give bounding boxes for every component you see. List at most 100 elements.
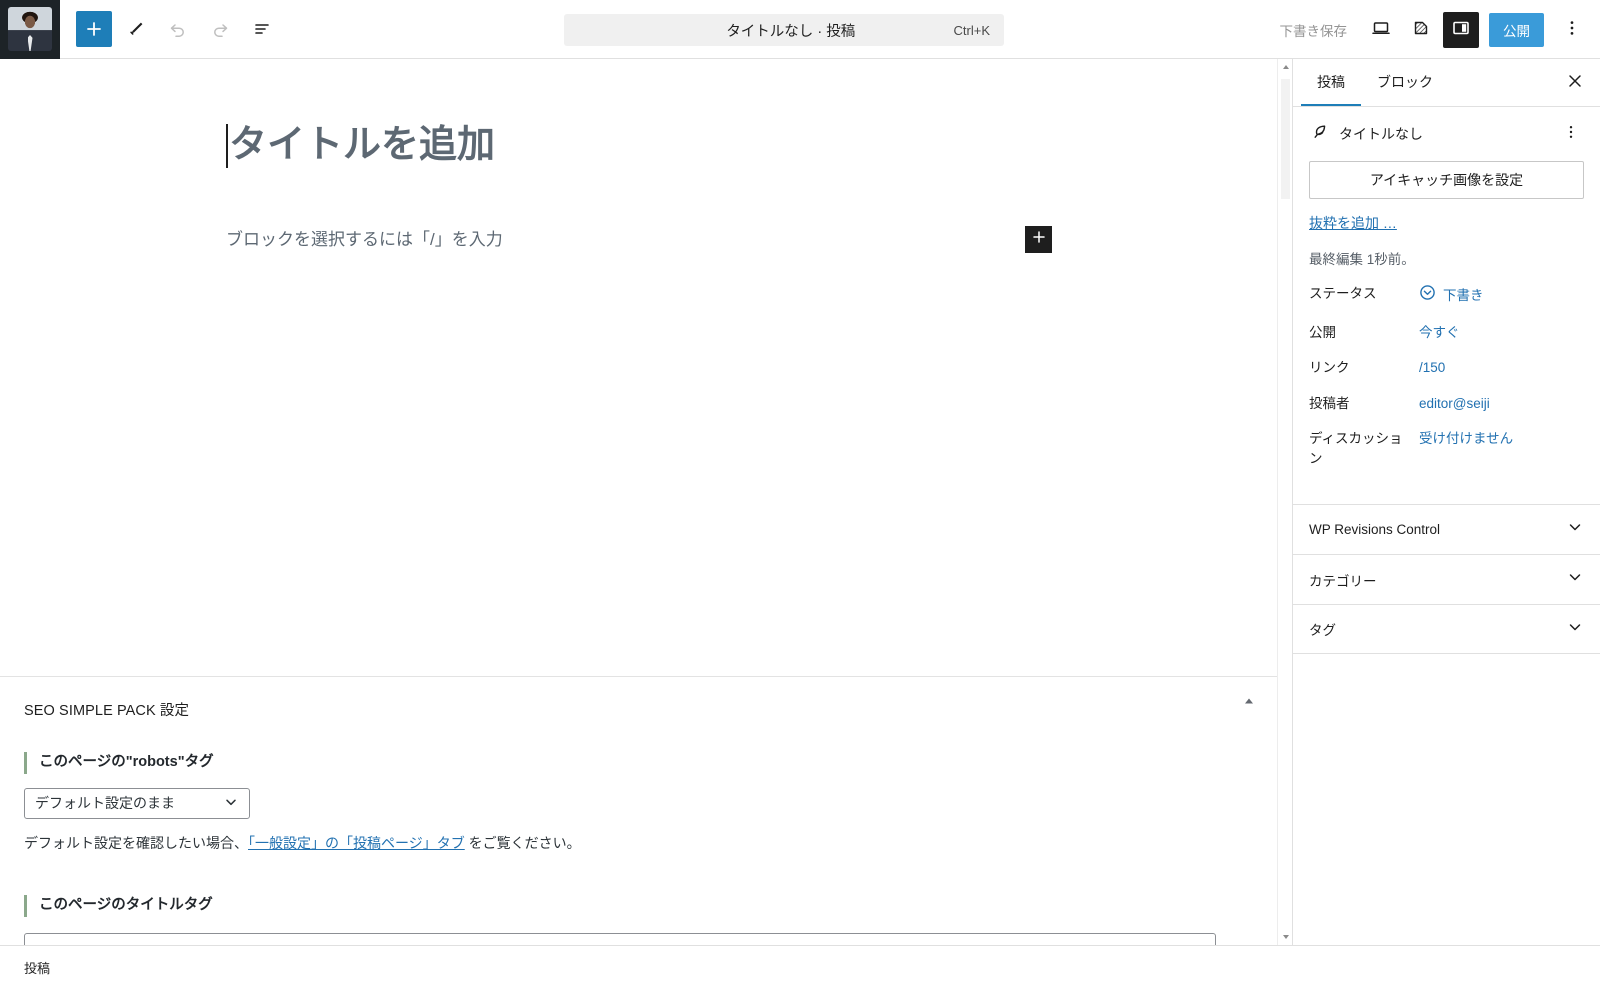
publish-button[interactable]: 公開 — [1489, 12, 1544, 47]
scrollbar-down-arrow[interactable] — [1278, 929, 1293, 945]
seo-simple-pack-metabox: SEO SIMPLE PACK 設定 このページの"robots"タグ デフォル… — [0, 676, 1277, 945]
seo-robots-help-after: をご覧ください。 — [464, 834, 581, 851]
view-post-button[interactable] — [1403, 12, 1439, 48]
author-value-button[interactable]: editor@seiji — [1419, 394, 1584, 414]
add-excerpt-link[interactable]: 抜粋を追加 … — [1309, 213, 1397, 233]
seo-robots-label-code: "robots" — [125, 754, 185, 770]
desktop-icon — [1370, 17, 1392, 42]
link-row: リンク /150 — [1309, 358, 1584, 378]
status-bar-post-type-label: 投稿 — [24, 960, 51, 976]
status-value-button[interactable]: 下書き — [1419, 284, 1584, 307]
redo-button[interactable] — [202, 11, 238, 47]
panel-categories-title: カテゴリー — [1309, 573, 1377, 589]
discussion-row: ディスカッション 受け付けません — [1309, 429, 1584, 468]
document-overview-button[interactable] — [244, 11, 280, 47]
post-summary-panel: タイトルなし アイキャッチ画像を設定 抜粋を追加 … 最終編集 1秒前。 ステー… — [1293, 107, 1600, 478]
post-title-placeholder: タイトルを追加 — [229, 124, 496, 166]
redo-icon — [210, 19, 230, 39]
seo-robots-label-suffix: タグ — [184, 754, 214, 770]
draft-circle-icon — [1419, 284, 1436, 307]
author-row: 投稿者 editor@seiji — [1309, 394, 1584, 414]
editor-top-bar: タイトルなし · 投稿 Ctrl+K 下書き保存 公開 — [0, 0, 1600, 59]
status-row: ステータス 下書き — [1309, 284, 1584, 307]
seo-robots-help-text: デフォルト設定を確認したい場合、「一般設定」の「投稿ページ」タブ をご覧ください… — [24, 833, 1253, 853]
last-edited-text: 最終編集 1秒前。 — [1309, 252, 1415, 267]
chevron-down-icon — [1566, 618, 1584, 641]
author-label: 投稿者 — [1309, 395, 1350, 411]
panel-wp-revisions-control-title: WP Revisions Control — [1309, 522, 1441, 538]
status-label: ステータス — [1309, 286, 1377, 301]
seo-robots-label-prefix: このページの — [39, 754, 126, 770]
seo-metabox-collapse-toggle[interactable] — [1236, 690, 1262, 716]
triangle-up-icon — [1282, 58, 1290, 76]
command-bar[interactable]: タイトルなし · 投稿 Ctrl+K — [564, 14, 1004, 46]
chevron-down-icon — [1566, 568, 1584, 591]
command-bar-shortcut: Ctrl+K — [953, 22, 990, 38]
feather-post-icon — [1309, 122, 1329, 147]
site-avatar-photo — [8, 7, 52, 51]
close-icon — [1566, 72, 1584, 95]
sidebar-close-button[interactable] — [1558, 66, 1592, 100]
seo-metabox-header: SEO SIMPLE PACK 設定 — [0, 677, 1277, 736]
text-caret — [226, 123, 228, 168]
seo-robots-select-value: デフォルト設定のまま — [35, 795, 175, 812]
post-summary-title: タイトルなし — [1339, 126, 1423, 142]
undo-button[interactable] — [160, 11, 196, 47]
seo-title-tag-label: このページのタイトルタグ — [24, 894, 1253, 917]
tab-block[interactable]: ブロック — [1361, 59, 1449, 106]
triangle-down-icon — [1282, 928, 1290, 946]
chevron-down-icon — [223, 794, 239, 813]
editor-tools-group — [76, 11, 280, 47]
top-bar-actions: 下書き保存 公開 — [1268, 0, 1591, 59]
publish-value-button[interactable]: 今すぐ — [1419, 323, 1584, 343]
tab-post[interactable]: 投稿 — [1301, 59, 1361, 106]
scrollbar-up-arrow[interactable] — [1278, 59, 1293, 75]
preview-button[interactable] — [1363, 12, 1399, 48]
block-inserter-toggle[interactable] — [76, 11, 112, 47]
settings-sidebar-toggle[interactable] — [1443, 11, 1479, 48]
publish-label: 公開 — [1309, 324, 1336, 340]
external-page-icon — [1410, 17, 1432, 42]
editor-vertical-scrollbar[interactable] — [1277, 59, 1292, 945]
command-bar-title: タイトルなし · 投稿 — [726, 23, 856, 40]
site-icon-button[interactable] — [0, 0, 60, 59]
post-summary-actions-button[interactable] — [1558, 121, 1584, 147]
plus-icon — [1031, 229, 1047, 250]
discussion-label: ディスカッション — [1309, 431, 1403, 466]
panel-tags[interactable]: タグ — [1293, 604, 1600, 655]
editor-canvas: タイトルを追加 ブロックを選択するには「/」を入力 SEO SIMPLE PAC… — [0, 59, 1277, 945]
link-value-button[interactable]: /150 — [1419, 358, 1584, 378]
seo-robots-select[interactable]: デフォルト設定のまま — [24, 787, 250, 819]
sidebar-panel-icon — [1450, 17, 1472, 42]
seo-metabox-title: SEO SIMPLE PACK 設定 — [24, 703, 190, 719]
undo-icon — [168, 19, 188, 39]
triangle-up-icon — [1243, 694, 1255, 712]
panel-wp-revisions-control[interactable]: WP Revisions Control — [1293, 504, 1600, 554]
three-dots-vertical-icon — [1562, 18, 1582, 41]
default-block-placeholder[interactable]: ブロックを選択するには「/」を入力 — [226, 225, 503, 250]
seo-title-tag-field: このページのタイトルタグ — [0, 894, 1277, 945]
scrollbar-thumb[interactable] — [1281, 79, 1290, 199]
three-dots-vertical-icon — [1562, 123, 1580, 146]
link-label: リンク — [1309, 360, 1350, 376]
plus-icon — [84, 19, 104, 39]
seo-general-settings-link[interactable]: 「一般設定」の「投稿ページ」タブ — [248, 835, 465, 851]
editor-status-bar: 投稿 — [0, 945, 1600, 988]
panel-categories[interactable]: カテゴリー — [1293, 554, 1600, 604]
seo-title-tag-input[interactable] — [24, 932, 1216, 945]
pencil-icon — [126, 19, 146, 39]
post-title-field[interactable]: タイトルを追加 — [226, 123, 495, 169]
publish-row: 公開 今すぐ — [1309, 323, 1584, 343]
list-view-icon — [252, 19, 272, 39]
inline-block-inserter-button[interactable] — [1025, 226, 1052, 253]
options-menu-button[interactable] — [1554, 12, 1590, 48]
save-draft-button[interactable]: 下書き保存 — [1268, 12, 1360, 48]
set-featured-image-button[interactable]: アイキャッチ画像を設定 — [1309, 161, 1584, 199]
seo-robots-label: このページの"robots"タグ — [24, 752, 1253, 774]
discussion-value-button[interactable]: 受け付けません — [1419, 429, 1584, 449]
sidebar-panel-list: WP Revisions Control カテゴリー タグ — [1293, 504, 1600, 655]
panel-tags-title: タグ — [1309, 623, 1336, 639]
seo-robots-help-before: デフォルト設定を確認したい場合、 — [24, 834, 248, 851]
post-summary-header: タイトルなし — [1309, 121, 1584, 147]
edit-mode-tool[interactable] — [118, 11, 154, 47]
